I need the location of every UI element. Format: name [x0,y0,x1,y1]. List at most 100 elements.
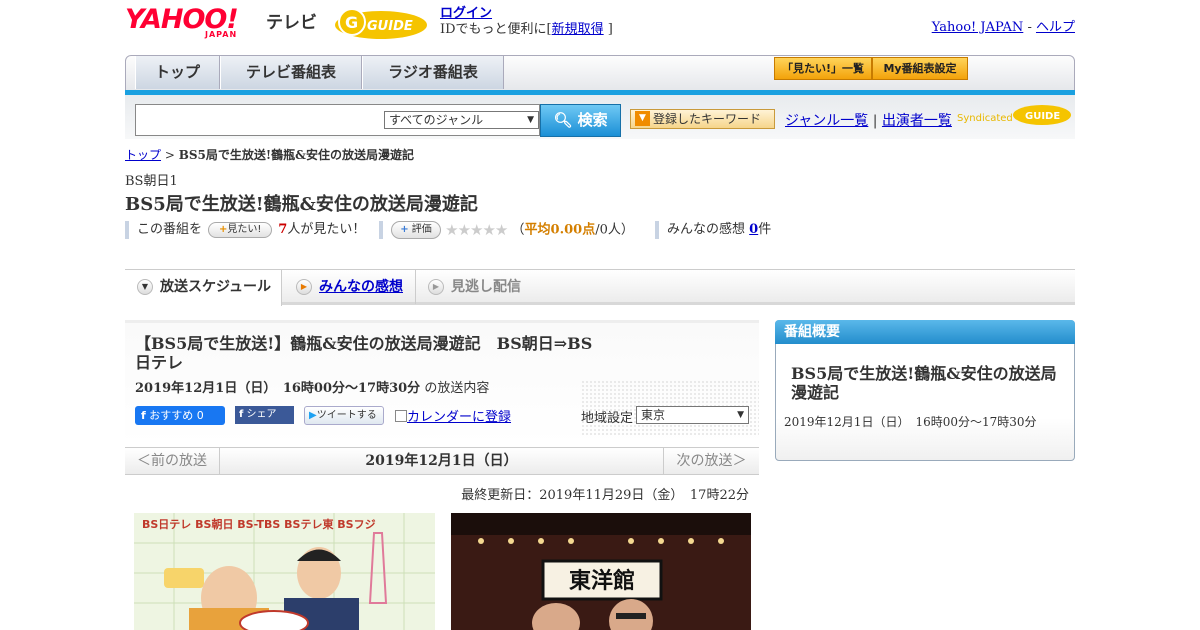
mitai-count: 7 [278,222,288,237]
tab-impressions[interactable]: ▶ みんなの感想 [284,270,416,304]
episode-title: 【BS5局で生放送!】鶴瓶&安住の放送局漫遊記 BS朝日⇒BS日テレ [135,334,593,372]
tab-missed-streaming[interactable]: ▶ 見逃し配信 [416,270,546,304]
twitter-bird-icon: ▶︎ [309,410,317,421]
main-nav: トップ テレビ番組表 ラジオ番組表 「見たい!」一覧 My番組表設定 [125,55,1075,93]
avg-rating: 平均0.00点 [524,222,596,238]
triangle-down-icon: ▼ [137,279,153,295]
rating-button[interactable]: + 評価 [391,221,441,239]
mitai-list-button[interactable]: 「見たい!」一覧 [774,57,872,80]
tab-label[interactable]: みんなの感想 [319,279,403,295]
tv-logo-text[interactable]: テレビ [266,8,317,33]
login-link[interactable]: ログイン [440,6,492,21]
last-updated: 最終更新日：2019年11月29日（金） 17時22分 [461,488,749,503]
play-icon: ▶ [296,279,312,295]
play-icon: ▶ [428,279,444,295]
breadcrumb: トップ > BS5局で生放送!鶴瓶&安住の放送局漫遊記 [125,146,414,163]
breadcrumb-current: BS5局で生放送!鶴瓶&安住の放送局漫遊記 [178,148,414,162]
sidebar-program-datetime: 2019年12月1日（日） 16時00分～17時30分 [784,415,1037,429]
tab-label: 見逃し配信 [451,279,521,295]
tab-broadcast-schedule[interactable]: ▼ 放送スケジュール [125,270,282,306]
svg-text:GUIDE: GUIDE [367,19,413,34]
registered-keyword-button[interactable]: ▼ 登録したキーワード [630,109,775,129]
yahoo-japan-link[interactable]: Yahoo! JAPAN [932,20,1024,35]
nav-tab-radio-schedule[interactable]: ラジオ番組表 [362,56,504,89]
facebook-recommend-label: おすすめ 0 [149,409,204,422]
link-separator: - [1023,20,1036,35]
search-icon: 🔍︎ [553,111,573,129]
region-label: 地域設定 [581,411,634,426]
help-link[interactable]: ヘルプ [1036,20,1075,35]
program-photo-toyokan[interactable]: 東洋館 [451,513,751,630]
content-tabs: ▼ 放送スケジュール ▶ みんなの感想 ▶ 見逃し配信 [125,269,1075,306]
yahoo-japan-logo-text: JAPAN [205,30,238,39]
syndicated-gguide-logo: Syndicated GUIDE [957,103,1072,127]
rating-button-label: 評価 [411,224,432,235]
region-select[interactable]: 東京 ▼ [636,406,749,424]
nav-tab-tv-schedule[interactable]: テレビ番組表 [220,56,362,89]
syndicated-text: Syndicated [957,113,1013,124]
search-button-label: 検索 [577,111,608,129]
impressions-suffix: 件 [758,222,772,237]
rating-section: + 評価 ★★★★★ （平均0.00点/0人） [379,221,634,239]
tab-label: 放送スケジュール [160,279,272,295]
avg-suffix: /0人） [595,222,634,238]
login-prompt: IDでもっと便利に[ [440,22,552,37]
episode-date-suffix: の放送内容 [424,381,490,396]
registered-keyword-label: 登録したキーワード [653,112,762,126]
impressions-count-link[interactable]: 0 [749,222,758,237]
search-button[interactable]: 🔍︎ 検索 [540,104,621,137]
gguide-logo[interactable]: G GUIDE [334,5,430,41]
pager-current-date: 2019年12月1日（日） [365,453,518,469]
list-links: ジャンル一覧 | 出演者一覧 [785,110,952,130]
channel-name: BS朝日1 [125,174,178,189]
program-photo-hosts[interactable]: BS日テレ BS朝日 BS-TBS BSテレ東 BSフジ [134,513,435,630]
mitai-section: この番組を +見たい! 7人が見たい！ [125,221,365,239]
impressions-label: みんなの感想 [667,222,746,237]
toyokan-sign: 東洋館 [569,568,635,594]
facebook-icon: f [239,409,244,420]
performer-list-link[interactable]: 出演者一覧 [882,113,952,129]
nav-tab-top[interactable]: トップ [135,56,220,89]
mitai-button[interactable]: +見たい! [208,221,273,238]
next-broadcast-link[interactable]: 次の放送＞ [663,447,759,475]
facebook-recommend-button[interactable]: f おすすめ 0 [135,406,225,425]
prev-broadcast-link[interactable]: ＜前の放送 [125,447,220,475]
svg-text:GUIDE: GUIDE [1025,111,1060,122]
avg-prefix: （ [511,222,525,238]
region-select-value: 東京 [641,408,666,422]
episode-datetime: 2019年12月1日（日） 16時00分～17時30分 の放送内容 [135,377,489,396]
facebook-icon: f [141,409,146,422]
page-title: BS5局で生放送!鶴瓶&安住の放送局漫遊記 [125,194,478,215]
calendar-register: カレンダーに登録 [395,406,511,425]
genre-select-value: すべてのジャンル [389,113,484,127]
genre-list-link[interactable]: ジャンル一覧 [785,113,868,129]
calendar-icon [395,410,407,422]
list-links-divider: | [872,113,878,129]
sidebar-program-title: BS5局で生放送!鶴瓶&安住の放送局漫遊記 [791,364,1057,402]
breadcrumb-separator: > [164,148,175,162]
this-program-label: この番組を [137,222,203,237]
program-overview-heading: 番組概要 [775,320,1075,344]
calendar-register-link[interactable]: カレンダーに登録 [407,410,511,425]
dropdown-arrow-icon: ▼ [737,410,744,420]
facebook-share-button[interactable]: f シェア [235,406,294,424]
dropdown-arrow-icon: ▼ [527,115,534,125]
impressions-section: みんなの感想 0件 [655,221,771,239]
signup-link[interactable]: 新規取得 [552,22,604,37]
mitai-suffix: 人が見たい！ [287,222,366,237]
episode-date-value: 2019年12月1日（日） 16時00分～17時30分 [135,381,421,396]
tweet-button[interactable]: ▶︎ツイートする [304,406,384,425]
triangle-down-icon: ▼ [635,111,650,126]
star-rating[interactable]: ★★★★★ [445,221,508,239]
tweet-label: ツイートする [316,410,377,421]
genre-select[interactable]: すべてのジャンル ▼ [384,111,539,129]
plus-icon: + [400,224,409,235]
mitai-button-label: 見たい! [227,223,262,235]
login-prompt-end: ] [607,22,613,37]
login-area: ログイン IDでもっと便利に[新規取得 ] [440,6,613,38]
my-schedule-button[interactable]: My番組表設定 [872,57,968,80]
svg-text:G: G [345,13,358,32]
breadcrumb-top-link[interactable]: トップ [125,148,161,162]
broadcaster-logos: BS日テレ BS朝日 BS-TBS BSテレ東 BSフジ [142,517,376,531]
facebook-share-label: シェア [246,409,277,420]
